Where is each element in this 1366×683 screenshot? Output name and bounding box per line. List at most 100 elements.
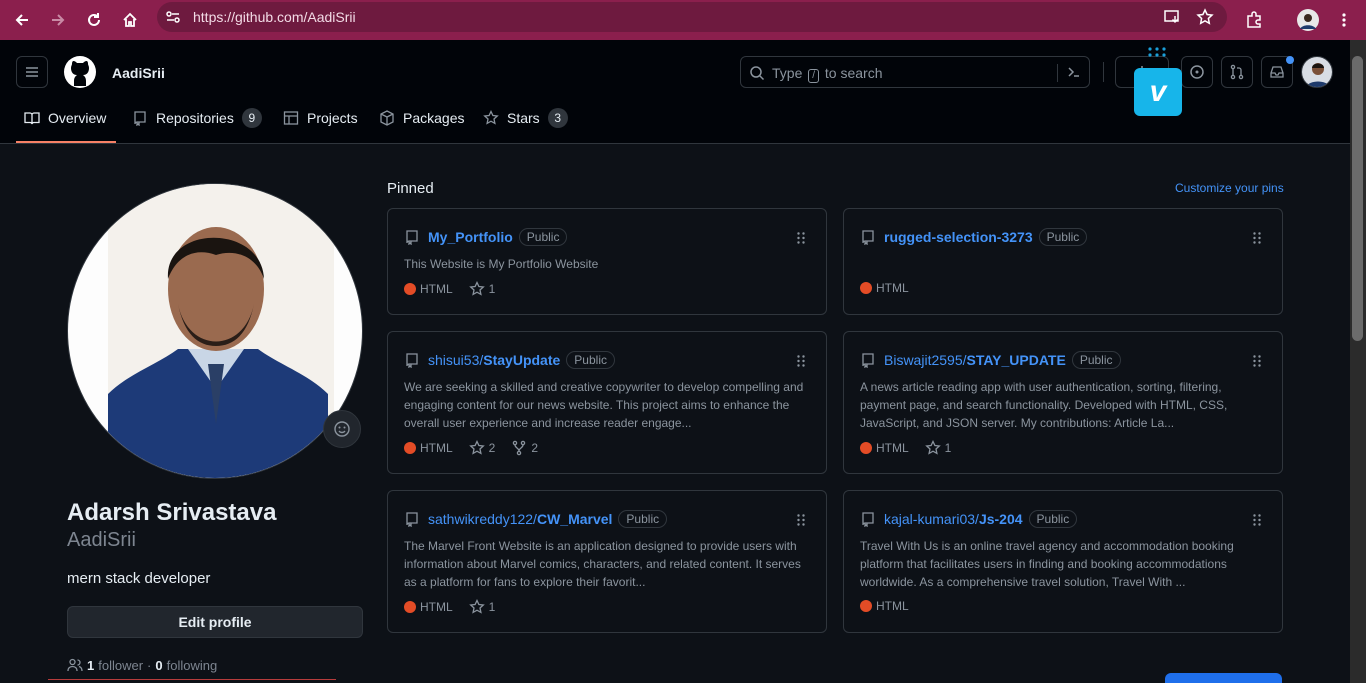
user-avatar-small[interactable] [1301, 56, 1333, 88]
kebab-menu-icon [1342, 13, 1346, 27]
repo-owner: sathwikreddy122/ [428, 511, 537, 527]
stargazers-link[interactable]: 1 [468, 281, 496, 297]
following-count: 0 [155, 657, 163, 673]
repo-meta: HTML 1 [404, 281, 511, 297]
stars-count: 3 [547, 108, 568, 128]
github-logo-icon[interactable] [64, 56, 96, 88]
grabber-icon[interactable] [1252, 231, 1262, 245]
stargazers-link[interactable]: 1 [924, 440, 951, 456]
repo-name: CW_Marvel [536, 511, 613, 527]
repo-owner: shisui53/ [428, 352, 484, 368]
language: HTML [860, 281, 909, 295]
language-color-dot [860, 600, 872, 612]
stars-count: 2 [488, 441, 496, 455]
package-icon [380, 110, 394, 126]
grabber-icon[interactable] [796, 231, 806, 245]
stargazers-link[interactable]: 2 [468, 440, 496, 456]
tab-stars[interactable]: Stars 3 [483, 100, 568, 136]
pull-requests-button[interactable] [1221, 56, 1253, 88]
pinned-heading: Pinned [387, 180, 434, 197]
language-color-dot [404, 283, 416, 295]
issues-button[interactable] [1181, 56, 1213, 88]
language-name: HTML [876, 441, 909, 455]
repo-link[interactable]: kajal-kumari03/Js-204 [884, 511, 1023, 527]
grabber-icon[interactable] [796, 354, 806, 368]
tab-packages-label: Packages [403, 110, 465, 126]
bottom-divider [48, 679, 336, 680]
partial-button[interactable] [1165, 673, 1282, 683]
stars-count: 1 [488, 282, 496, 296]
bookmark-star-icon[interactable] [1196, 8, 1214, 26]
vimeo-icon[interactable]: v [1134, 68, 1182, 116]
search-input[interactable]: Type / to search [740, 56, 1090, 88]
star-icon [924, 440, 941, 455]
tab-packages[interactable]: Packages [379, 100, 464, 136]
scrollbar-thumb[interactable] [1352, 56, 1363, 341]
repo-meta: HTML 1 [404, 599, 511, 615]
repo-link[interactable]: My_Portfolio [428, 229, 513, 245]
pinned-repo-card: Biswajit2595/STAY_UPDATE Public A news art… [843, 331, 1283, 474]
install-app-icon[interactable] [1163, 8, 1181, 26]
forward-button[interactable] [42, 4, 74, 36]
grabber-icon[interactable] [796, 513, 806, 527]
visibility-badge: Public [618, 510, 668, 528]
home-button[interactable] [114, 4, 146, 36]
repo-link[interactable]: Biswajit2595/STAY_UPDATE [884, 352, 1066, 368]
language: HTML [860, 441, 909, 455]
tab-projects[interactable]: Projects [283, 100, 358, 136]
tab-repositories-label: Repositories [156, 110, 234, 126]
header-username[interactable]: AadiSrii [112, 65, 165, 81]
visibility-badge: Public [1028, 510, 1078, 528]
repo-title: rugged-selection-3273 Public [860, 228, 1088, 246]
grabber-icon[interactable] [1252, 513, 1262, 527]
set-status-button[interactable] [323, 410, 361, 448]
inbox-icon [1270, 66, 1284, 78]
tab-repositories[interactable]: Repositories 9 [132, 100, 262, 136]
repo-link[interactable]: sathwikreddy122/CW_Marvel [428, 511, 612, 527]
arrow-right-icon [52, 14, 65, 26]
repositories-count: 9 [241, 108, 262, 128]
follow-stats: 1 follower · 0 following [67, 657, 217, 673]
edit-profile-button[interactable]: Edit profile [67, 606, 363, 638]
extensions-button[interactable] [1238, 4, 1270, 36]
hamburger-menu-button[interactable] [16, 56, 48, 88]
language-color-dot [860, 442, 872, 454]
repo-forked-icon [513, 440, 526, 456]
browser-profile-avatar[interactable] [1292, 4, 1324, 36]
repo-name: STAY_UPDATE [966, 352, 1066, 368]
repo-title: Biswajit2595/STAY_UPDATE Public [860, 351, 1121, 369]
command-palette-icon[interactable] [1057, 64, 1082, 82]
repo-link[interactable]: shisui53/StayUpdate [428, 352, 560, 368]
search-placeholder-before: Type [772, 65, 803, 81]
forks-link[interactable]: 2 [511, 440, 538, 456]
profile-avatar[interactable] [67, 183, 363, 479]
language-color-dot [404, 601, 416, 613]
repo-link[interactable]: rugged-selection-3273 [884, 229, 1033, 245]
star-icon [468, 440, 485, 455]
profile-login: AadiSrii [67, 529, 136, 551]
back-button[interactable] [6, 4, 38, 36]
browser-toolbar: https://github.com/AadiSrii [0, 0, 1366, 40]
repo-description: The Marvel Front Website is an applicati… [404, 539, 801, 589]
reload-icon [88, 13, 100, 26]
visibility-badge: Public [1038, 228, 1088, 246]
tab-overview[interactable]: Overview [24, 100, 106, 136]
followers-count: 1 [87, 657, 95, 673]
drag-handle-icon[interactable] [1147, 46, 1167, 58]
search-placeholder: Type / to search [772, 65, 883, 83]
site-settings-icon[interactable] [165, 9, 181, 25]
language-name: HTML [420, 282, 453, 296]
repo-icon [406, 230, 418, 245]
grabber-icon[interactable] [1252, 354, 1262, 368]
git-pull-request-icon [1230, 64, 1244, 80]
followers-link[interactable]: 1 follower [87, 658, 143, 673]
following-link[interactable]: 0 following [155, 658, 217, 673]
language: HTML [860, 599, 909, 613]
stargazers-link[interactable]: 1 [468, 599, 495, 615]
star-icon [468, 281, 485, 296]
browser-menu-button[interactable] [1328, 4, 1360, 36]
customize-pins-link[interactable]: Customize your pins [1175, 181, 1284, 195]
following-label: following [166, 657, 218, 673]
arrow-left-icon [15, 14, 28, 26]
reload-button[interactable] [78, 4, 110, 36]
